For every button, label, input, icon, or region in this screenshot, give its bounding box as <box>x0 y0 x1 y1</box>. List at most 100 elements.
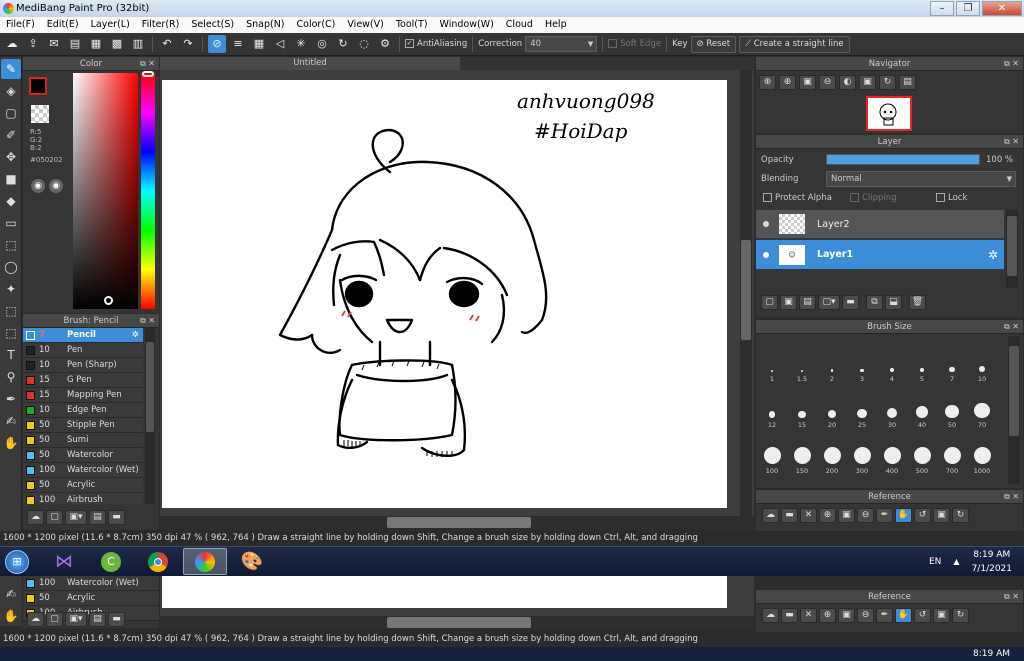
brush-size-option[interactable]: 50 <box>937 383 967 429</box>
visibility-eye-icon[interactable] <box>763 221 769 227</box>
hand-tool-icon[interactable]: ✋ <box>1 606 21 626</box>
brush-item-pen[interactable]: 10 Pen <box>23 343 143 358</box>
document-tab[interactable]: Untitled <box>160 57 460 70</box>
brush-size-option[interactable]: 70 <box>967 383 997 429</box>
saturation-value-picker[interactable] <box>73 73 138 309</box>
brush-item-pencil[interactable]: 7 Pencil ✲ <box>23 328 143 343</box>
snap-cross-icon[interactable]: ▦ <box>250 35 268 53</box>
move-tool-icon[interactable]: ✥ <box>1 147 21 167</box>
brush-size-option[interactable]: 7 <box>937 337 967 383</box>
protect-alpha-checkbox[interactable]: Protect Alpha <box>763 193 832 203</box>
brush-size-option[interactable]: 10 <box>967 337 997 383</box>
rotate-left-icon[interactable]: ↺ <box>914 608 931 623</box>
cloud-icon[interactable]: ☁ <box>762 608 779 623</box>
palette-add-icon[interactable]: ◉ <box>49 179 63 193</box>
panel-close-icon[interactable]: ⧉ ✕ <box>1004 590 1019 604</box>
fit-icon[interactable]: ▣ <box>838 508 855 523</box>
taskbar-visual-studio[interactable]: ⋈ <box>42 548 86 575</box>
brush-size-option[interactable]: 25 <box>847 383 877 429</box>
canvas-vertical-scrollbar[interactable] <box>740 70 752 516</box>
brush-settings-icon[interactable]: ▤ <box>89 612 106 627</box>
panel-close-icon[interactable]: ⧉ ✕ <box>1004 490 1019 504</box>
drawing-paper[interactable]: anhvuong098 #HoiDap <box>162 80 727 508</box>
brush-size-option[interactable]: 20 <box>817 383 847 429</box>
folder-icon[interactable]: ▬ <box>108 612 125 627</box>
soft-edge-checkbox[interactable]: Soft Edge <box>608 39 661 49</box>
start-button[interactable]: ⊞ <box>2 548 32 576</box>
hand-icon[interactable]: ✋ <box>895 608 912 623</box>
brush-item-acrylic[interactable]: 50 Acrylic <box>23 478 143 493</box>
brush-settings-icon[interactable]: ▤ <box>89 510 106 525</box>
canvas-horizontal-scrollbar-copy[interactable] <box>160 616 754 629</box>
language-indicator[interactable]: EN <box>929 557 941 567</box>
rect-tool-icon[interactable]: ▢ <box>1 103 21 123</box>
snap-parallel-icon[interactable]: ≡ <box>229 35 247 53</box>
navigator-preview[interactable] <box>866 96 912 131</box>
visibility-eye-icon[interactable] <box>763 251 769 258</box>
menu-layer[interactable]: Layer(L) <box>85 17 136 33</box>
hand-tool-icon[interactable]: ✋ <box>1 433 21 453</box>
brush-item-airbrush[interactable]: 100 Airbrush <box>23 493 143 504</box>
reset-button[interactable]: ⊘ Reset <box>690 35 737 53</box>
rotate-right-icon[interactable]: ↻ <box>952 608 969 623</box>
merge-layer-icon[interactable]: ⬓ <box>885 295 902 310</box>
brush-size-option[interactable]: 100 <box>757 429 787 475</box>
antialiasing-checkbox[interactable]: ✓ AntiAliasing <box>405 39 467 49</box>
brush-size-option[interactable]: 300 <box>847 429 877 475</box>
fit-window-icon[interactable]: ▣ <box>933 508 950 523</box>
cloud-icon[interactable]: ☁ <box>3 35 21 53</box>
menu-select[interactable]: Select(S) <box>185 17 240 33</box>
close-reference-icon[interactable]: ✕ <box>800 508 817 523</box>
scrollbar-thumb[interactable] <box>741 240 751 340</box>
zoom-out-icon[interactable]: ⊖ <box>857 608 874 623</box>
scrollbar-thumb[interactable] <box>146 342 154 432</box>
cloud-icon[interactable]: ☁ <box>762 508 779 523</box>
brush-list-scrollbar[interactable] <box>145 328 155 504</box>
brush-item-mapping-pen[interactable]: 15 Mapping Pen <box>23 388 143 403</box>
delete-layer-icon[interactable]: 🗑 <box>909 295 926 310</box>
snap-off-icon[interactable]: ⊘ <box>208 35 226 53</box>
brush-size-option[interactable]: 5 <box>907 337 937 383</box>
grid-icon[interactable]: ▩ <box>108 35 126 53</box>
zoom-fit-icon[interactable]: ⊕ <box>759 75 776 90</box>
open-folder-icon[interactable]: ▬ <box>781 508 798 523</box>
brush-item-watercolor-wet[interactable]: 100 Watercolor (Wet) <box>23 576 159 591</box>
hand-icon[interactable]: ✋ <box>895 508 912 523</box>
tray-expand-icon[interactable]: ▲ <box>953 557 959 566</box>
taskbar-medibang[interactable] <box>183 548 227 575</box>
brush-item-acrylic[interactable]: 50 Acrylic <box>23 591 159 606</box>
blending-select[interactable]: Normal ▼ <box>826 171 1016 187</box>
zoom-in-icon[interactable]: ⊕ <box>779 75 796 90</box>
brush-tool-icon[interactable]: ✎ <box>1 59 21 79</box>
snap-ellipse-icon[interactable]: ◌ <box>355 35 373 53</box>
brush-item-sumi[interactable]: 50 Sumi <box>23 433 143 448</box>
fit-window-icon[interactable]: ▣ <box>933 608 950 623</box>
clipping-checkbox[interactable]: Clipping <box>850 193 897 203</box>
brush-item-g-pen[interactable]: 15 G Pen <box>23 373 143 388</box>
menu-snap[interactable]: Snap(N) <box>240 17 290 33</box>
correction-select[interactable]: 40 ▼ <box>525 36 598 52</box>
panel-close-icon[interactable]: ⧉ ✕ <box>140 314 155 328</box>
hue-slider-handle[interactable] <box>142 71 154 77</box>
brush-size-option[interactable]: 40 <box>907 383 937 429</box>
zoom-in-icon[interactable]: ⊕ <box>819 608 836 623</box>
menu-cloud[interactable]: Cloud <box>500 17 539 33</box>
bucket-tool-icon[interactable]: ◆ <box>1 191 21 211</box>
panel-icon[interactable]: ▥ <box>129 35 147 53</box>
rotate-left-icon[interactable]: ↺ <box>914 508 931 523</box>
eyedropper-icon[interactable]: ✒ <box>876 508 893 523</box>
undo-icon[interactable]: ↶ <box>158 35 176 53</box>
duplicate-layer-icon[interactable]: ⧉ <box>866 295 883 310</box>
opacity-slider[interactable] <box>826 154 980 165</box>
close-window-button[interactable]: ✕ <box>982 1 1022 16</box>
brush-size-option[interactable]: 1.5 <box>787 337 817 383</box>
eyedropper-tool-icon[interactable]: ✒ <box>1 389 21 409</box>
eyedropper-icon[interactable]: ✒ <box>876 608 893 623</box>
brush-item-pen-sharp[interactable]: 10 Pen (Sharp) <box>23 358 143 373</box>
brush-item-edge-pen[interactable]: 10 Edge Pen <box>23 403 143 418</box>
navigator-settings-icon[interactable]: ▤ <box>899 75 916 90</box>
layer-row-layer1[interactable]: ☺ Layer1 ✲ <box>756 240 1004 269</box>
brush-size-option[interactable]: 30 <box>877 383 907 429</box>
page-icon[interactable]: ▦ <box>87 35 105 53</box>
scrollbar-thumb[interactable] <box>387 617 531 628</box>
